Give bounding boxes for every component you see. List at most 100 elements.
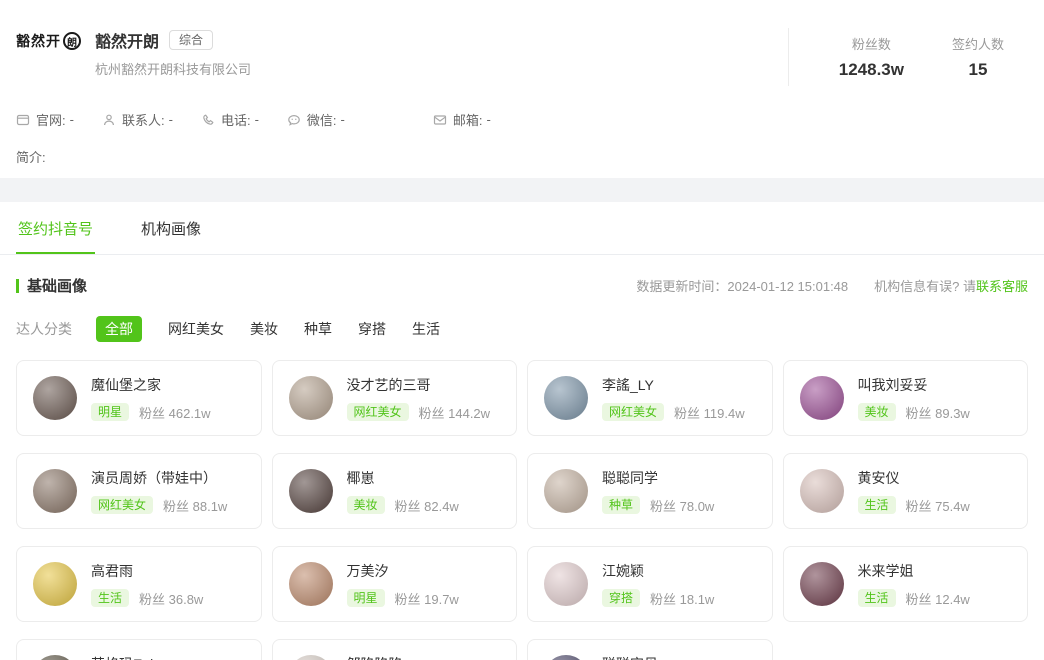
stat-label: 签约人数 xyxy=(951,37,1004,52)
contact-person-icon xyxy=(102,113,116,127)
creator-avatar xyxy=(288,655,333,660)
creator-card[interactable]: 魔仙堡之家 明星 粉丝 462.1w xyxy=(16,360,262,436)
website-icon xyxy=(16,113,30,127)
creator-category-tag: 网红美女 xyxy=(91,496,154,514)
contact-service-link[interactable]: 联系客服 xyxy=(976,279,1028,294)
creator-fans-count: 粉丝 89.3w xyxy=(905,405,970,421)
creator-name: 聪聪宝贝 xyxy=(602,654,707,660)
creator-fans-count: 粉丝 18.1w xyxy=(650,591,715,607)
creator-fans-count: 粉丝 75.4w xyxy=(905,498,970,514)
creator-cards-grid: 魔仙堡之家 明星 粉丝 462.1w 没才艺的三哥 网红美女 粉丝 144.2w 李謠_LY… xyxy=(16,360,1028,660)
contact-label: 微信: xyxy=(306,113,337,128)
creator-card[interactable]: 没才艺的三哥 网红美女 粉丝 144.2w xyxy=(271,360,517,436)
contact-value: - xyxy=(168,112,173,127)
creator-card[interactable]: 高君雨 生活 粉丝 36.8w xyxy=(16,546,262,622)
creator-fans-count: 粉丝 462.1w xyxy=(139,405,211,421)
creator-card[interactable]: 邹陷陷陷网红美女粉丝 7.6w xyxy=(271,639,517,660)
filter-option-网红美女[interactable]: 网红美女 xyxy=(168,316,224,342)
creator-category-tag: 生活 xyxy=(857,496,896,514)
org-company-name: 杭州豁然开朗科技有限公司 xyxy=(95,62,252,77)
contact-item: 邮箱: - xyxy=(433,110,491,129)
section-divider-band xyxy=(0,178,1044,202)
creator-name: 米来学姐 xyxy=(857,562,914,579)
creator-fans-count: 粉丝 12.4w xyxy=(905,591,970,607)
creator-category-tag: 明星 xyxy=(346,589,385,607)
creator-avatar xyxy=(288,562,333,606)
update-time-label: 数据更新时间： xyxy=(636,279,728,294)
stat-label: 粉丝数 xyxy=(851,37,891,52)
creator-card[interactable]: 椰崽 美妆 粉丝 82.4w xyxy=(271,453,517,529)
creator-avatar xyxy=(288,376,333,420)
creator-avatar xyxy=(33,376,77,420)
org-logo: 豁然开 朗 xyxy=(16,31,81,51)
creator-name: 椰崽 xyxy=(346,469,375,486)
contact-value: - xyxy=(340,112,345,127)
contact-label: 邮箱: xyxy=(452,113,483,128)
org-title: 豁然开朗 xyxy=(95,34,160,51)
filter-label: 达人分类 xyxy=(16,321,72,337)
creator-name: 李謠_LY xyxy=(602,376,654,393)
creator-name: 没才艺的三哥 xyxy=(346,376,431,393)
creator-name: 邹陷陷陷 xyxy=(347,654,476,660)
creator-name: 黄安仪 xyxy=(857,469,900,486)
creator-card[interactable]: 万美汐 明星 粉丝 19.7w xyxy=(271,546,517,622)
creator-card[interactable]: 叫我刘妥妥美妆 粉丝 89.3w xyxy=(782,360,1028,436)
creator-card[interactable]: 李謠_LY 网红美女 粉丝 119.4w xyxy=(527,360,773,436)
contact-item: 电话: - xyxy=(201,110,259,129)
tabs-bar: 签约抖音号 机构画像 xyxy=(0,202,1044,255)
creator-card[interactable]: 米来学姐 生活 粉丝 12.4w xyxy=(782,546,1028,622)
section-title: 基础画像 xyxy=(27,278,88,295)
creator-card[interactable]: 演员周娇（带娃中） 网红美女 粉丝 88.1w xyxy=(16,453,262,529)
creator-card[interactable]: 黄安仪生活 粉丝 75.4w xyxy=(782,453,1028,529)
creator-avatar xyxy=(33,655,77,660)
contact-item: 微信: - xyxy=(287,110,345,129)
creator-name: 江婉颖 xyxy=(602,562,644,579)
creator-name: 演员周娇（带娃中） xyxy=(91,469,217,486)
creator-avatar xyxy=(799,376,844,420)
contact-value: - xyxy=(254,112,259,127)
wechat-icon xyxy=(287,113,301,127)
error-hint-text: 机构信息有误? 请 xyxy=(874,279,976,294)
creator-name: 聪聪同学 xyxy=(602,469,658,486)
intro-label: 简介: xyxy=(16,150,46,165)
stat-value: 15 xyxy=(968,60,988,79)
creator-category-tag: 种草 xyxy=(602,496,641,514)
org-category-badge: 综合 xyxy=(169,30,214,50)
creator-category-tag: 穿搭 xyxy=(602,589,641,607)
phone-icon xyxy=(201,113,215,127)
creator-avatar xyxy=(288,469,333,513)
creator-avatar xyxy=(544,376,588,420)
creator-category-tag: 明星 xyxy=(91,403,130,421)
tab-签约抖音号[interactable]: 签约抖音号 xyxy=(16,202,96,254)
creator-avatar xyxy=(33,562,77,606)
tab-机构画像[interactable]: 机构画像 xyxy=(139,202,203,254)
contact-label: 联系人: xyxy=(121,113,165,128)
filter-option-生活[interactable]: 生活 xyxy=(412,316,440,342)
contact-info-row: 官网: - 联系人: - 电话: - 微信: - 邮箱: - xyxy=(16,110,1028,129)
contact-label: 电话: xyxy=(220,113,251,128)
creator-name: 叫我刘妥妥 xyxy=(857,376,928,393)
filter-option-穿搭[interactable]: 穿搭 xyxy=(358,316,386,342)
contact-item: 官网: - xyxy=(16,110,74,129)
creator-category-tag: 美妆 xyxy=(346,496,385,514)
creator-card[interactable]: 江婉颖穿搭 粉丝 18.1w xyxy=(527,546,773,622)
creator-category-tag: 网红美女 xyxy=(346,403,409,421)
creator-category-tag: 生活 xyxy=(91,589,130,607)
contact-value: - xyxy=(486,112,491,127)
creator-avatar xyxy=(33,469,77,513)
stat-item: 粉丝数 1248.3w xyxy=(839,34,904,80)
org-header: 豁然开 朗 豁然开朗 综合 杭州豁然开朗科技有限公司 粉丝数 1248.3w 签约人… xyxy=(0,0,1044,178)
filter-option-美妆[interactable]: 美妆 xyxy=(250,316,278,342)
stat-item: 签约人数 15 xyxy=(952,34,1004,80)
creator-fans-count: 粉丝 88.1w xyxy=(163,498,228,514)
creator-category-tag: 网红美女 xyxy=(602,403,665,421)
creator-card[interactable]: 聪聪宝贝穿搭粉丝 5.1w xyxy=(527,639,773,660)
filter-option-种草[interactable]: 种草 xyxy=(304,316,332,342)
creator-fans-count: 粉丝 36.8w xyxy=(139,591,204,607)
creator-category-tag: 美妆 xyxy=(857,403,896,421)
filter-option-全部[interactable]: 全部 xyxy=(96,316,142,342)
creator-card[interactable]: 英格玛Enigma明星粉丝 9.6w xyxy=(16,639,262,660)
creator-card[interactable]: 聪聪同学 种草 粉丝 78.0w xyxy=(527,453,773,529)
creator-avatar xyxy=(544,469,588,513)
org-logo-text: 豁然开 xyxy=(16,33,61,49)
